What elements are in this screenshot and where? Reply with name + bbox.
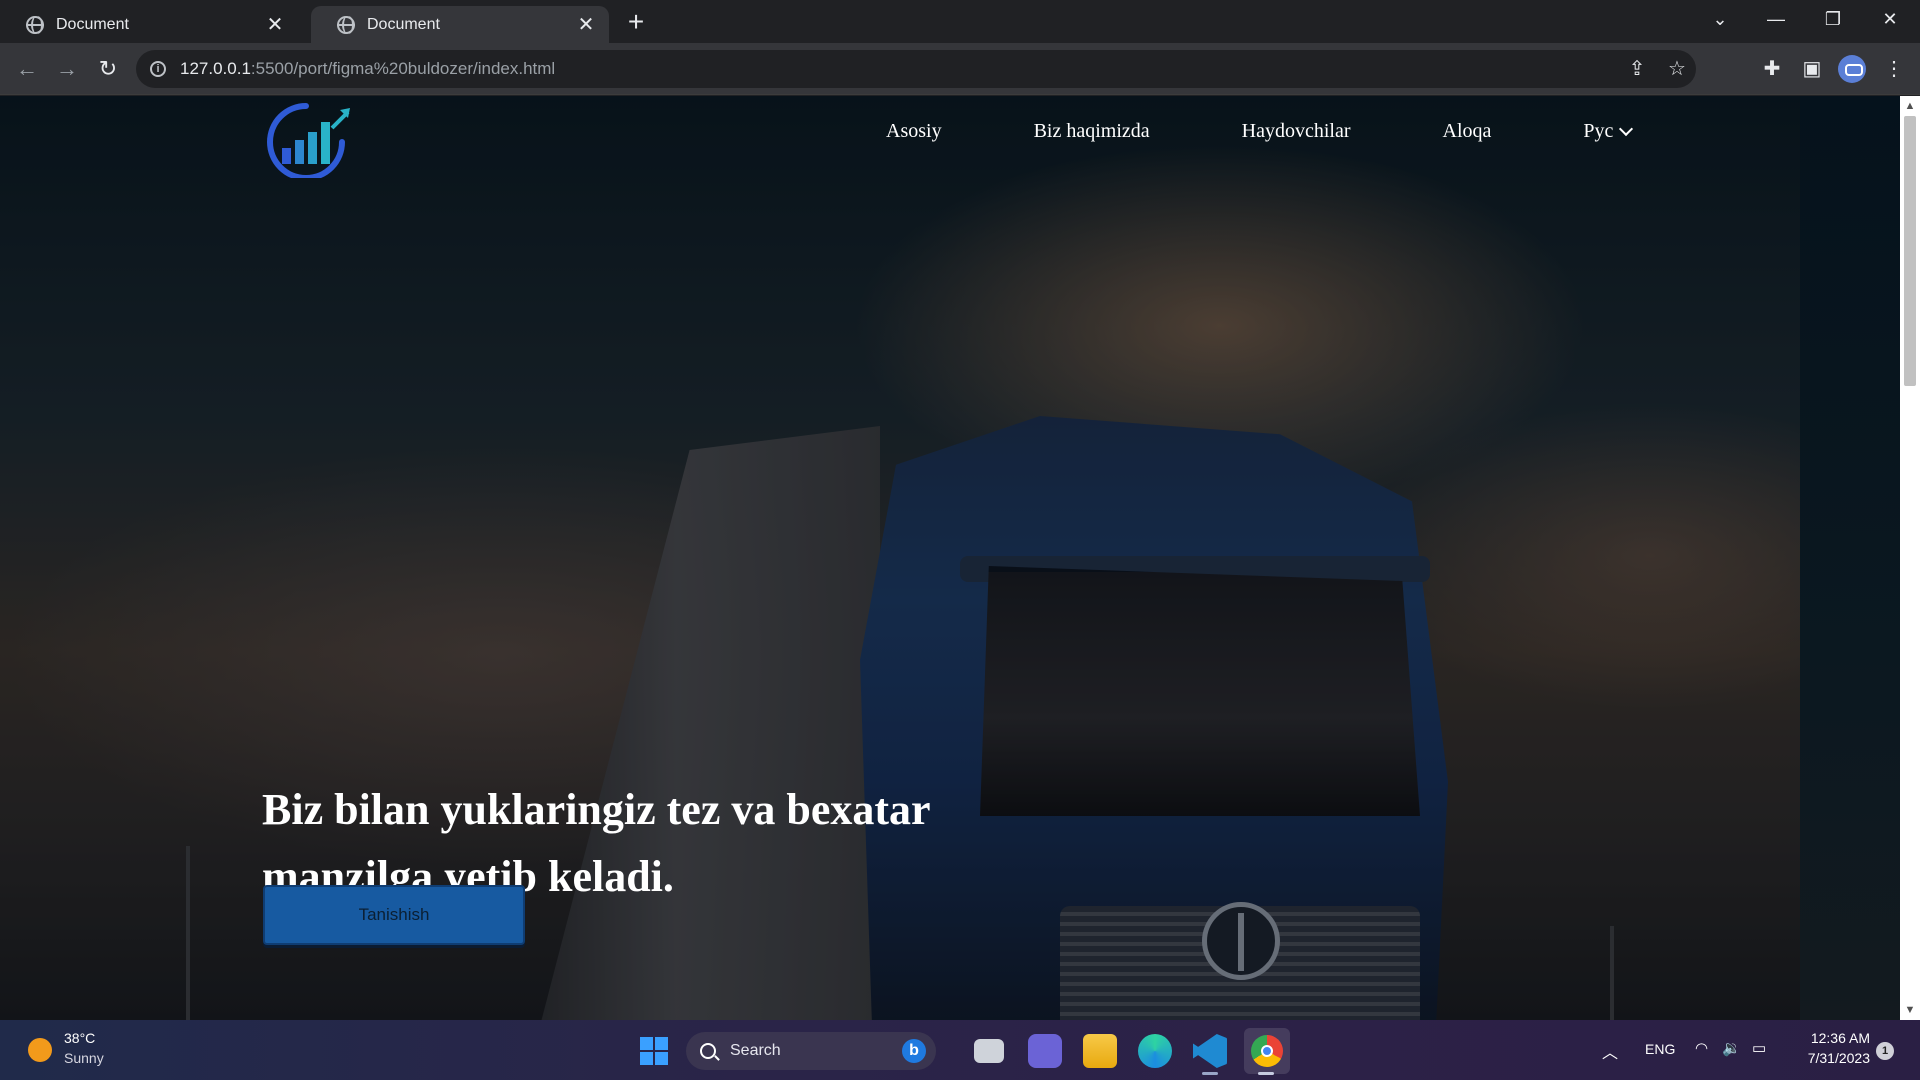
task-view-icon[interactable] (974, 1039, 1004, 1063)
battery-icon[interactable]: ▭ (1752, 1039, 1766, 1057)
site-header: Asosiy Biz haqimizda Haydovchilar Aloqa … (0, 96, 1800, 181)
menu-kebab-icon[interactable]: ⋮ (1878, 53, 1910, 85)
edge-icon[interactable] (1138, 1034, 1172, 1068)
nav-link-biz-haqimizda[interactable]: Biz haqimizda (1034, 120, 1150, 143)
page-scrollbar[interactable]: ▲ ▼ (1900, 96, 1920, 1020)
chevron-down-icon (1619, 121, 1634, 136)
weather-temperature[interactable]: 38°C (64, 1030, 95, 1046)
back-icon[interactable]: ← (11, 53, 43, 85)
tab-title: Document (56, 15, 129, 33)
close-tab-icon[interactable]: ✕ (575, 14, 597, 36)
show-hidden-icons-chevron-icon[interactable]: ︿ (1602, 1039, 1618, 1063)
page-viewport: Asosiy Biz haqimizda Haydovchilar Aloqa … (0, 96, 1900, 1020)
close-window-icon[interactable]: ✕ (1870, 4, 1910, 34)
side-panel-icon[interactable]: ▣ (1796, 53, 1828, 85)
file-explorer-icon[interactable] (1083, 1034, 1117, 1068)
language-dropdown[interactable]: Рус (1583, 120, 1634, 143)
site-info-icon[interactable]: i (150, 61, 166, 77)
running-indicator (1258, 1072, 1274, 1075)
globe-icon (26, 15, 44, 34)
tanishish-button[interactable]: Tanishish (263, 885, 525, 945)
bookmark-star-icon[interactable]: ☆ (1660, 50, 1694, 88)
forward-icon[interactable]: → (51, 53, 83, 85)
main-nav: Asosiy Biz haqimizda Haydovchilar Aloqa … (886, 120, 1634, 143)
running-indicator (1202, 1072, 1218, 1075)
share-icon[interactable]: ⇪ (1620, 50, 1654, 88)
nav-link-haydovchilar[interactable]: Haydovchilar (1242, 120, 1351, 143)
volume-icon[interactable]: 🔉 (1722, 1039, 1741, 1057)
tab-strip: Document ✕ Document ✕ + ⌄ — ❐ ✕ (0, 0, 1920, 43)
tab-document-1[interactable]: Document ✕ (0, 6, 298, 43)
chrome-taskbar-button[interactable] (1244, 1028, 1290, 1074)
browser-toolbar: ← → ↻ i 127.0.0.1:5500/port/figma%20buld… (0, 43, 1920, 95)
language-indicator[interactable]: ENG (1645, 1041, 1675, 1057)
clock-date[interactable]: 7/31/2023 (1795, 1050, 1870, 1066)
close-tab-icon[interactable]: ✕ (264, 14, 286, 36)
scrollbar-thumb[interactable] (1904, 116, 1916, 386)
scroll-down-arrow-icon[interactable]: ▼ (1900, 1000, 1920, 1020)
restore-icon[interactable]: ❐ (1813, 4, 1853, 34)
url-path: :5500/port/figma%20buldozer/index.html (250, 59, 556, 78)
tab-search-icon[interactable]: ⌄ (1700, 4, 1740, 34)
bing-icon[interactable]: b (902, 1039, 926, 1063)
language-label: Рус (1583, 120, 1614, 142)
tab-title: Document (367, 15, 440, 33)
new-tab-button[interactable]: + (622, 8, 650, 36)
taskbar-search[interactable]: Search b (686, 1032, 936, 1070)
page-right-margin (1800, 96, 1900, 1020)
extensions-icon[interactable]: ✚ (1756, 53, 1788, 85)
search-icon (700, 1043, 716, 1059)
url-host: 127.0.0.1 (180, 59, 251, 78)
notification-badge[interactable]: 1 (1876, 1042, 1894, 1060)
search-label: Search (730, 1042, 781, 1059)
windows-start-icon[interactable] (640, 1037, 668, 1065)
address-bar[interactable]: i 127.0.0.1:5500/port/figma%20buldozer/i… (136, 50, 1696, 88)
wifi-icon[interactable]: ◠ (1695, 1039, 1708, 1057)
teams-chat-icon[interactable] (1028, 1034, 1062, 1068)
tab-document-2[interactable]: Document ✕ (311, 6, 609, 43)
chrome-icon-center (1261, 1045, 1273, 1057)
globe-icon (337, 15, 355, 34)
company-logo[interactable] (262, 98, 350, 181)
logo-growth-icon (267, 103, 350, 181)
scroll-up-arrow-icon[interactable]: ▲ (1900, 96, 1920, 116)
reload-icon[interactable]: ↻ (92, 53, 124, 85)
windows-taskbar: 38°C Sunny Search b ︿ ENG ◠ 🔉 ▭ 12:36 AM… (0, 1020, 1920, 1080)
minimize-icon[interactable]: — (1756, 4, 1796, 34)
nav-link-asosiy[interactable]: Asosiy (886, 120, 942, 143)
weather-description[interactable]: Sunny (64, 1050, 104, 1066)
nav-link-aloqa[interactable]: Aloqa (1443, 120, 1492, 143)
vscode-icon[interactable] (1193, 1034, 1227, 1068)
sun-icon[interactable] (28, 1038, 52, 1062)
profile-avatar[interactable] (1838, 55, 1866, 83)
clock-time[interactable]: 12:36 AM (1800, 1030, 1870, 1046)
